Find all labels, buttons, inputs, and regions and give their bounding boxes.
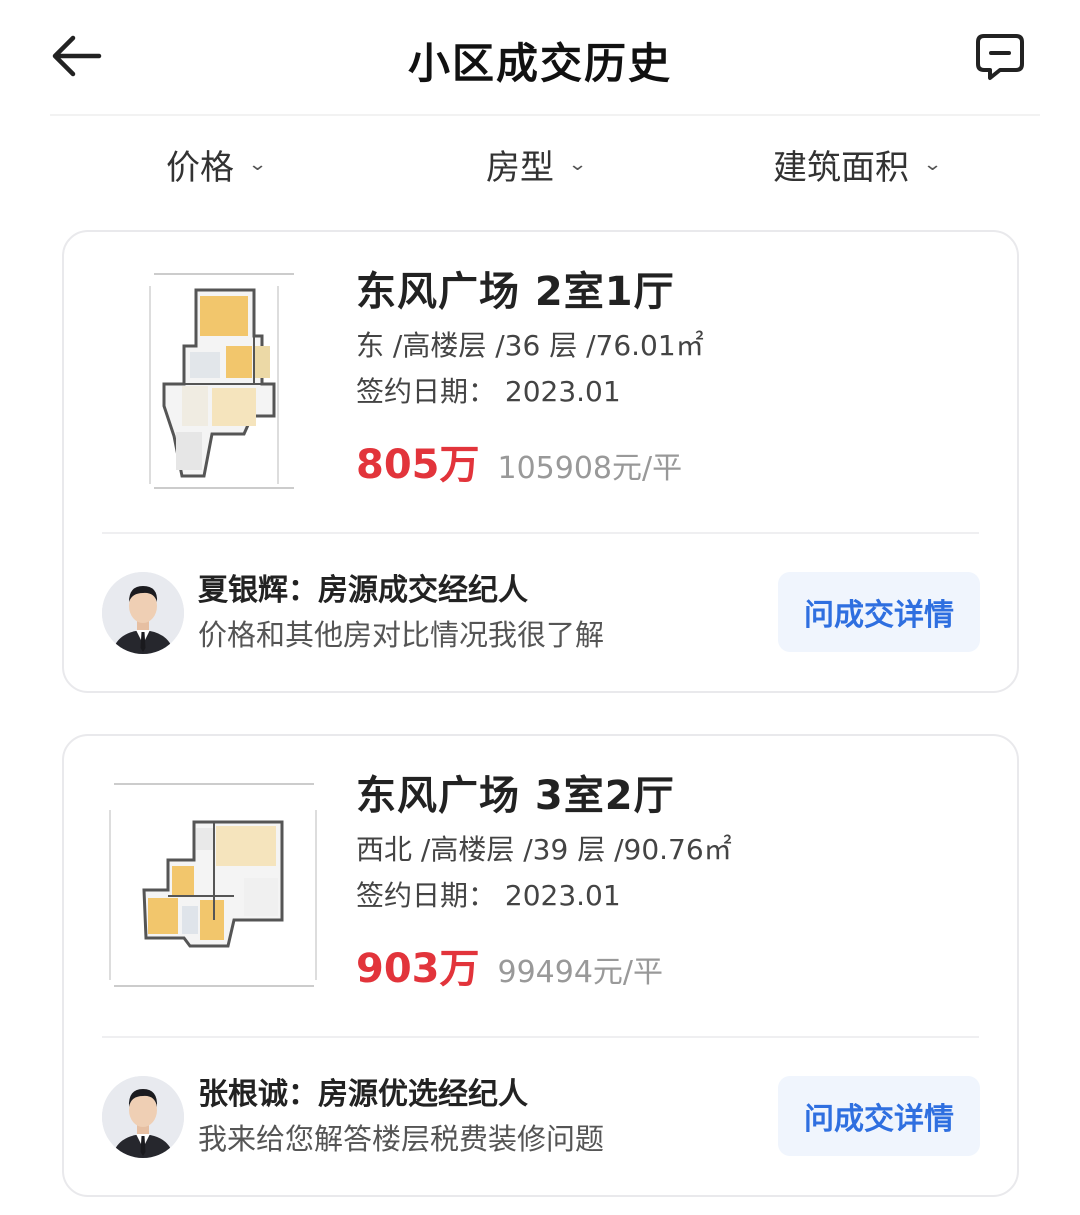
filter-price[interactable]: 价格 ⌄ [166, 140, 268, 189]
filter-label: 房型 [486, 148, 554, 188]
sign-date: 签约日期： 2023.01 [356, 375, 621, 408]
total-price: 805万 [356, 442, 480, 488]
agent-name: 夏银辉：房源成交经纪人 [198, 573, 528, 608]
top-bar: 小区成交历史 [0, 0, 1080, 112]
agent-slogan: 我来给您解答楼层税费装修问题 [198, 1122, 605, 1156]
listing-card[interactable]: 东风广场 3室2厅 西北 /高楼层 /39 层 /90.76㎡ 签约日期： 20… [62, 734, 1019, 1197]
filter-layout[interactable]: 房型 ⌄ [486, 140, 588, 189]
floor-plan-image [104, 266, 334, 496]
agent-avatar[interactable] [102, 1076, 184, 1158]
listing-info: 东风广场 3室2厅 西北 /高楼层 /39 层 /90.76㎡ 签约日期： 20… [356, 770, 996, 994]
listing-title: 东风广场 2室1厅 [356, 269, 675, 315]
listing-meta: 东 /高楼层 /36 层 /76.01㎡ [356, 329, 704, 362]
chevron-down-icon: ⌄ [922, 154, 943, 175]
message-button[interactable] [970, 28, 1030, 84]
price-row: 903万 99494元/平 [356, 936, 996, 994]
unit-price: 105908元/平 [497, 451, 683, 486]
agent-row: 张根诚：房源优选经纪人 我来给您解答楼层税费装修问题 问成交详情 [102, 1076, 982, 1160]
listing-title: 东风广场 3室2厅 [356, 773, 675, 819]
ask-deal-details-button[interactable]: 问成交详情 [778, 1076, 980, 1156]
agent-name: 张根诚：房源优选经纪人 [198, 1077, 528, 1112]
filter-label: 建筑面积 [773, 148, 909, 188]
agent-avatar[interactable] [102, 572, 184, 654]
chevron-down-icon: ⌄ [567, 154, 588, 175]
ask-deal-details-button[interactable]: 问成交详情 [778, 572, 980, 652]
card-divider [102, 1036, 979, 1038]
agent-slogan: 价格和其他房对比情况我很了解 [198, 618, 605, 652]
listing-meta: 西北 /高楼层 /39 层 /90.76㎡ [356, 833, 732, 866]
total-price: 903万 [356, 946, 480, 992]
sign-date: 签约日期： 2023.01 [356, 879, 621, 912]
page-title: 小区成交历史 [407, 39, 672, 88]
header-divider [50, 114, 1040, 116]
agent-row: 夏银辉：房源成交经纪人 价格和其他房对比情况我很了解 问成交详情 [102, 572, 982, 656]
price-row: 805万 105908元/平 [356, 432, 996, 490]
listing-info: 东风广场 2室1厅 东 /高楼层 /36 层 /76.01㎡ 签约日期： 202… [356, 266, 996, 490]
filter-bar: 价格 ⌄ 房型 ⌄ 建筑面积 ⌄ [0, 130, 1080, 200]
listing-card[interactable]: 东风广场 2室1厅 东 /高楼层 /36 层 /76.01㎡ 签约日期： 202… [62, 230, 1019, 693]
card-divider [102, 532, 979, 534]
floor-plan-image [104, 770, 334, 1000]
message-icon [976, 34, 1024, 80]
filter-label: 价格 [166, 148, 234, 188]
chevron-down-icon: ⌄ [247, 154, 268, 175]
filter-area[interactable]: 建筑面积 ⌄ [773, 140, 943, 189]
unit-price: 99494元/平 [497, 955, 664, 990]
